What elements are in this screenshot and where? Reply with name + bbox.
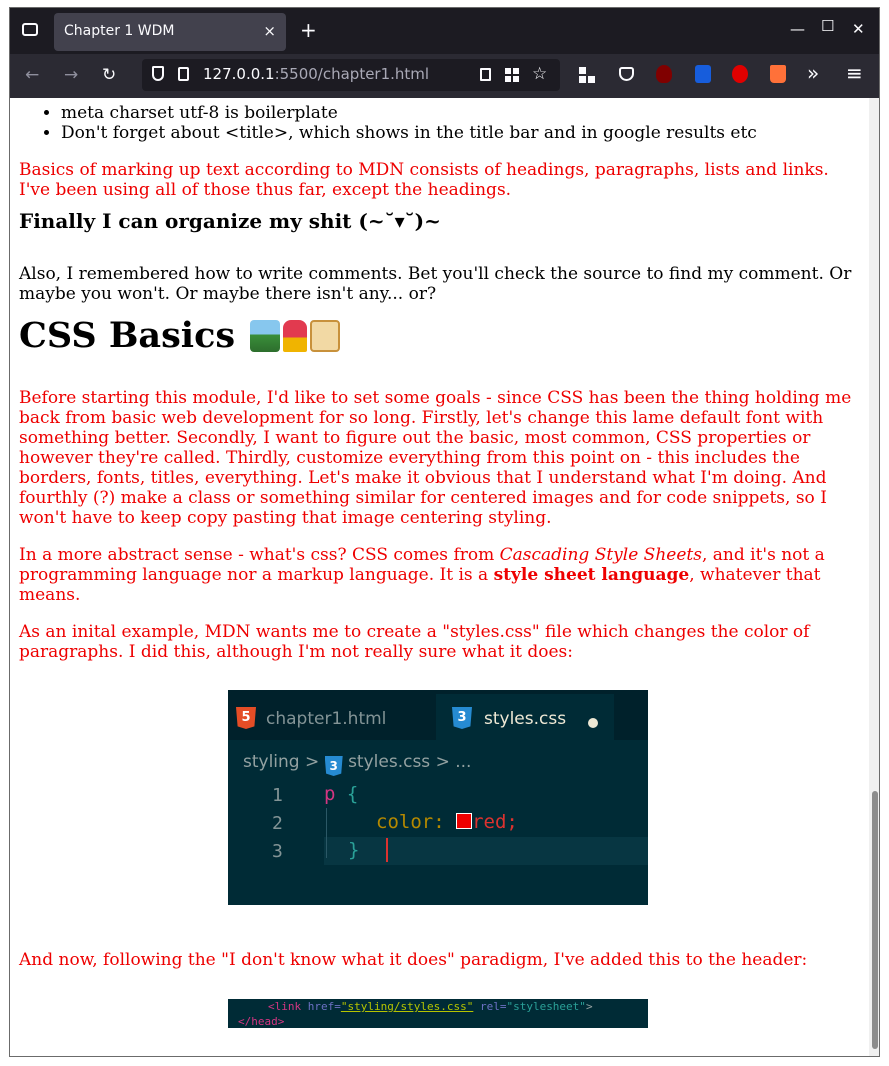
close-window-icon[interactable]: ✕ <box>852 20 865 38</box>
crumb-folder: styling <box>243 752 300 772</box>
overflow-menu-icon[interactable]: » <box>807 63 819 83</box>
window-list-icon[interactable] <box>22 23 38 36</box>
tracking-protection-icon[interactable] <box>152 66 164 81</box>
css3-icon: 3 <box>452 707 472 729</box>
list-item: meta charset utf-8 is boilerplate <box>61 103 757 123</box>
bookmark-star-icon[interactable]: ☆ <box>532 64 547 84</box>
code-rel-value: "stylesheet" <box>506 1000 586 1013</box>
tab-strip: Chapter 1 WDM × + — ☐ ✕ <box>10 8 879 54</box>
editor-tab-css-label: styles.css <box>484 709 567 729</box>
url-host: 127.0.0.1 <box>203 65 275 83</box>
bitwarden-icon[interactable] <box>695 65 711 83</box>
heading-css-basics: CSS Basics <box>19 315 341 357</box>
code-line-1: p { <box>324 784 358 804</box>
code-tag-close: > <box>585 1000 593 1013</box>
crumb-more: > ... <box>435 752 472 772</box>
current-line-highlight <box>324 837 648 865</box>
qr-code-icon[interactable] <box>505 68 519 82</box>
lipstick-emoji-icon <box>283 320 308 352</box>
paragraph-mdn-basics: Basics of marking up text according to M… <box>19 160 829 200</box>
reader-view-icon[interactable] <box>480 68 491 81</box>
code-head-close: </head> <box>238 1015 285 1028</box>
scroll-emoji-icon <box>310 320 341 352</box>
forward-icon[interactable]: → <box>64 65 78 85</box>
navigation-toolbar: ← → ↻ 127.0.0.1:5500/chapter1.html ☆ » ≡ <box>10 54 879 98</box>
address-bar[interactable]: 127.0.0.1:5500/chapter1.html ☆ <box>142 59 560 91</box>
paragraph-comments: Also, I remembered how to write comments… <box>19 264 852 304</box>
heading-organize: Finally I can organize my shit (~˘▾˘)~ <box>19 209 441 233</box>
page-content: meta charset utf-8 is boilerplate Don't … <box>10 98 869 1056</box>
back-icon[interactable]: ← <box>25 65 39 85</box>
paragraph-example: As an inital example, MDN wants me to cr… <box>19 622 810 662</box>
crumb-separator: > <box>305 752 320 772</box>
page-info-icon[interactable] <box>178 67 189 81</box>
clear-data-icon[interactable] <box>770 65 786 83</box>
editor-breadcrumb: styling > 3 styles.css > ... <box>243 752 471 776</box>
html5-icon: 5 <box>236 707 256 729</box>
maximize-icon[interactable]: ☐ <box>821 17 834 35</box>
css-acronym: Cascading Style Sheets <box>499 545 702 565</box>
code-tag-open: <link <box>268 1000 302 1013</box>
line-number: 3 <box>272 841 283 862</box>
url-path: :5500/chapter1.html <box>274 65 430 83</box>
close-brace: } <box>348 839 360 861</box>
paragraph-header: And now, following the "I don't know wha… <box>19 950 808 970</box>
minimize-icon[interactable]: — <box>790 20 805 38</box>
crumb-file: styles.css <box>348 752 431 772</box>
paragraph-what-is-css: In a more abstract sense - what's css? C… <box>19 545 859 605</box>
code-line-3: } <box>348 840 359 860</box>
hamburger-menu-icon[interactable]: ≡ <box>846 63 863 83</box>
css-type: style sheet language <box>493 565 690 585</box>
code-href-value: "styling/styles.css" <box>340 1000 474 1013</box>
css-value: red; <box>472 811 518 833</box>
css-selector: p <box>324 783 336 805</box>
youtube-extension-icon[interactable] <box>732 65 748 83</box>
code-attr-rel: rel= <box>479 1000 507 1013</box>
tab-chapter1[interactable]: Chapter 1 WDM × <box>54 13 286 51</box>
tab-close-icon[interactable]: × <box>263 22 276 40</box>
paragraph-goals: Before starting this module, I'd like to… <box>19 388 852 528</box>
color-swatch-icon <box>456 813 473 829</box>
line-number: 2 <box>272 813 283 834</box>
extensions-icon[interactable] <box>579 67 595 83</box>
ublock-origin-icon[interactable] <box>656 65 672 83</box>
text-cursor <box>386 838 388 862</box>
editor-tab-html: chapter1.html <box>266 709 387 729</box>
browser-window: Chapter 1 WDM × + — ☐ ✕ ← → ↻ 127.0.0.1:… <box>9 7 880 1057</box>
code-link-line: <link href="styling/styles.css" rel="sty… <box>268 1000 593 1013</box>
landscape-emoji-icon <box>250 320 281 352</box>
notes-list: meta charset utf-8 is boilerplate Don't … <box>10 103 757 143</box>
css3-icon: 3 <box>324 756 343 776</box>
reload-icon[interactable]: ↻ <box>102 65 116 85</box>
styles-css-screenshot: 5 chapter1.html 3 styles.css styling > 3… <box>228 690 648 905</box>
new-tab-button[interactable]: + <box>300 18 317 42</box>
css-text-a: In a more abstract sense - what's css? C… <box>19 545 500 565</box>
heading-css-text: CSS Basics <box>19 315 236 356</box>
indent-guide <box>326 808 327 858</box>
css-property: color: <box>376 811 445 833</box>
editor-tab-row: 5 chapter1.html 3 styles.css <box>228 690 648 740</box>
code-attr-href: href= <box>307 1000 341 1013</box>
unsaved-dot-icon <box>588 718 598 728</box>
code-line-2: color: red; <box>376 812 518 832</box>
scrollbar-thumb[interactable] <box>872 791 878 1049</box>
editor-tab-css: 3 styles.css <box>436 694 614 740</box>
url-text: 127.0.0.1:5500/chapter1.html <box>203 65 429 83</box>
line-number: 1 <box>272 785 283 806</box>
tab-title: Chapter 1 WDM <box>64 23 175 39</box>
pocket-icon[interactable] <box>619 67 634 81</box>
link-tag-screenshot: <link href="styling/styles.css" rel="sty… <box>228 999 648 1028</box>
list-item: Don't forget about <title>, which shows … <box>61 123 757 143</box>
open-brace: { <box>346 783 359 805</box>
